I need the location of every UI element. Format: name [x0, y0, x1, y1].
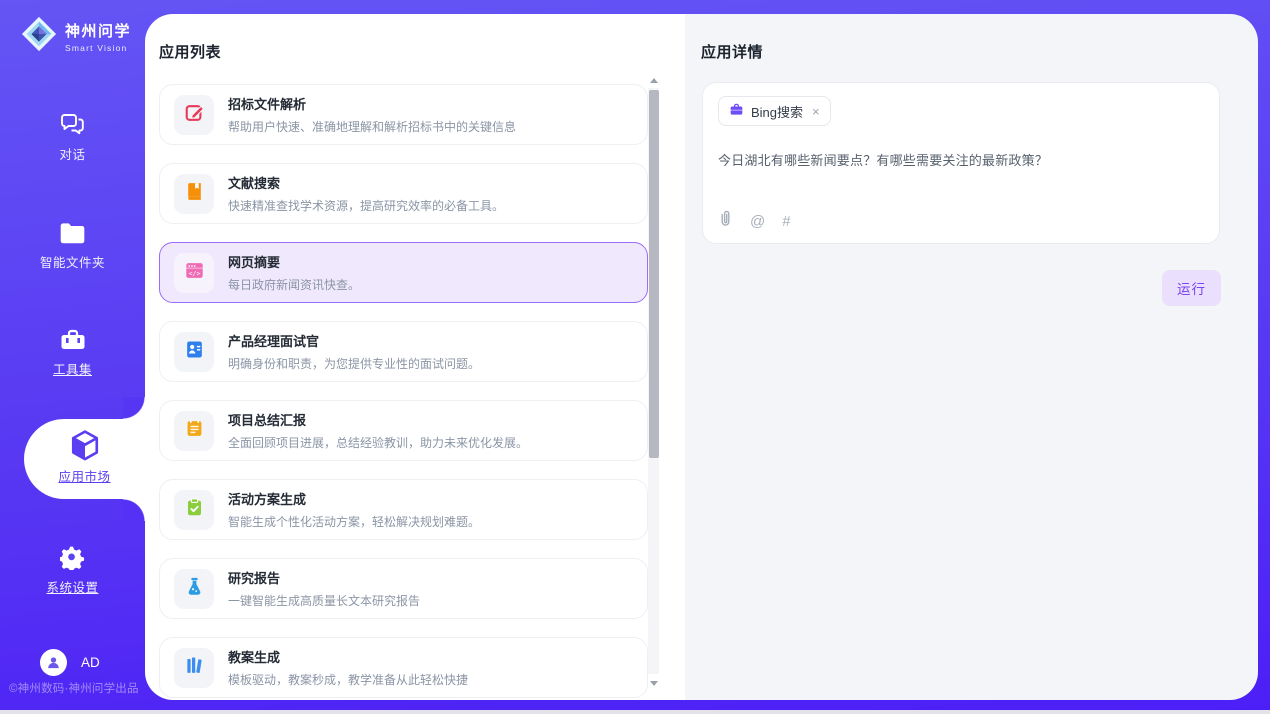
app-list: 招标文件解析 帮助用户快速、准确地理解和解析招标书中的关键信息 文献搜索 快速精… [159, 84, 648, 700]
app-list-scrollbar[interactable] [648, 78, 659, 686]
cube-icon [24, 429, 145, 463]
app-item-title: 招标文件解析 [228, 94, 516, 113]
query-text[interactable]: 今日湖北有哪些新闻要点？有哪些需要关注的最新政策？ [718, 150, 1204, 169]
user-account[interactable]: AD [40, 649, 100, 676]
sidebar-item-label: 工具集 [0, 359, 145, 378]
tool-tag-bing-search[interactable]: Bing搜索 × [718, 96, 831, 126]
browser-code-icon: </> [184, 260, 205, 286]
user-name: AD [81, 655, 100, 670]
app-window: 神州问学 Smart Vision 对话 智能文件夹 [0, 0, 1270, 710]
main-content: 应用列表 招标文件解析 帮助用户快速、准确地理解和解析招标书中的关键信息 文献搜… [145, 14, 1258, 700]
brand-name: 神州问学 [65, 20, 131, 41]
scroll-down-icon[interactable] [650, 681, 658, 686]
app-list-item[interactable]: 教案生成 模板驱动，教案秒成，教学准备从此轻松快捷 [159, 637, 648, 698]
paperclip-icon[interactable] [719, 210, 733, 232]
app-list-item[interactable]: 活动方案生成 智能生成个性化活动方案，轻松解决规划难题。 [159, 479, 648, 540]
scroll-track[interactable] [648, 88, 659, 674]
sidebar-item-settings[interactable]: 系统设置 [0, 544, 145, 596]
attachment-toolbar: @ # [719, 210, 791, 232]
scroll-up-icon[interactable] [650, 78, 658, 83]
gem-diamond-icon [20, 15, 58, 58]
at-icon[interactable]: @ [750, 213, 765, 230]
app-item-desc: 模板驱动，教案秒成，教学准备从此轻松快捷 [228, 671, 468, 688]
close-icon[interactable]: × [812, 105, 820, 118]
app-item-desc: 帮助用户快速、准确地理解和解析招标书中的关键信息 [228, 118, 516, 135]
app-details-panel: 应用详情 Bing搜索 × 今日湖北有哪些新闻要点？有哪些需要关注的最新政策？ [685, 14, 1258, 700]
app-list-item[interactable]: </> 网页摘要 每日政府新闻资讯快查。 [159, 242, 648, 303]
app-list-item[interactable]: 项目总结汇报 全面回顾项目进展，总结经验教训，助力未来优化发展。 [159, 400, 648, 461]
app-item-desc: 一键智能生成高质量长文本研究报告 [228, 592, 420, 609]
app-list-item[interactable]: 研究报告 一键智能生成高质量长文本研究报告 [159, 558, 648, 619]
user-avatar-icon [40, 649, 67, 676]
toolbox-icon [0, 328, 145, 352]
app-item-title: 产品经理面试官 [228, 331, 480, 350]
prompt-card: Bing搜索 × 今日湖北有哪些新闻要点？有哪些需要关注的最新政策？ @ # [702, 82, 1220, 244]
app-item-title: 教案生成 [228, 647, 468, 666]
sidebar-item-app-market[interactable]: 应用市场 [24, 419, 145, 499]
sidebar-item-label: 对话 [0, 144, 145, 163]
svg-text:</>: </> [188, 269, 200, 277]
app-details-title: 应用详情 [701, 41, 763, 62]
notepad-icon [184, 418, 205, 444]
brand-logo: 神州问学 Smart Vision [20, 15, 131, 58]
copyright-footer: ©神州数码·神州问学出品 [9, 680, 149, 696]
run-button[interactable]: 运行 [1162, 270, 1221, 306]
books-icon [184, 655, 205, 681]
app-item-title: 项目总结汇报 [228, 410, 528, 429]
sidebar-item-toolset[interactable]: 工具集 [0, 328, 145, 378]
app-item-desc: 智能生成个性化活动方案，轻松解决规划难题。 [228, 513, 480, 530]
app-list-title: 应用列表 [159, 41, 221, 62]
scroll-thumb[interactable] [649, 90, 659, 458]
interviewer-doc-icon [184, 339, 205, 365]
app-item-desc: 明确身份和职责，为您提供专业性的面试问题。 [228, 355, 480, 372]
app-item-title: 文献搜索 [228, 173, 504, 192]
app-list-panel: 应用列表 招标文件解析 帮助用户快速、准确地理解和解析招标书中的关键信息 文献搜… [145, 14, 685, 700]
book-icon [184, 181, 205, 207]
app-list-item[interactable]: 产品经理面试官 明确身份和职责，为您提供专业性的面试问题。 [159, 321, 648, 382]
tool-tag-label: Bing搜索 [751, 102, 803, 121]
app-list-item[interactable]: 招标文件解析 帮助用户快速、准确地理解和解析招标书中的关键信息 [159, 84, 648, 145]
brand-subtitle: Smart Vision [65, 43, 131, 53]
sidebar-item-chat[interactable]: 对话 [0, 112, 145, 163]
chat-icon [0, 112, 145, 137]
app-item-desc: 全面回顾项目进展，总结经验教训，助力未来优化发展。 [228, 434, 528, 451]
app-item-title: 网页摘要 [228, 252, 360, 271]
sidebar-item-smart-folder[interactable]: 智能文件夹 [0, 222, 145, 271]
flask-icon [184, 576, 205, 602]
sidebar: 神州问学 Smart Vision 对话 智能文件夹 [0, 0, 145, 710]
hash-icon[interactable]: # [782, 213, 790, 230]
sidebar-item-label: 智能文件夹 [0, 252, 145, 271]
app-item-desc: 快速精准查找学术资源，提高研究效率的必备工具。 [228, 197, 504, 214]
briefcase-icon [729, 102, 744, 120]
clipboard-check-icon [184, 497, 205, 523]
app-item-title: 活动方案生成 [228, 489, 480, 508]
app-list-item[interactable]: 文献搜索 快速精准查找学术资源，提高研究效率的必备工具。 [159, 163, 648, 224]
app-item-desc: 每日政府新闻资讯快查。 [228, 276, 360, 293]
gear-icon [0, 544, 145, 570]
sidebar-item-label: 系统设置 [0, 577, 145, 596]
app-item-title: 研究报告 [228, 568, 420, 587]
pen-square-icon [184, 102, 205, 128]
folder-icon [0, 222, 145, 245]
sidebar-item-label: 应用市场 [24, 466, 145, 485]
